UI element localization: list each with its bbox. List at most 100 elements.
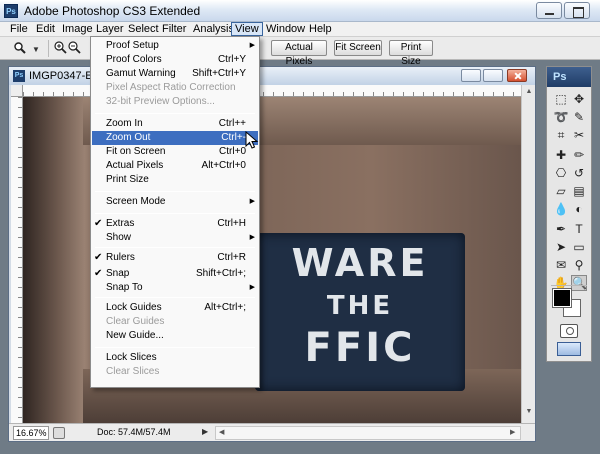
view-menu-item-shortcut: Shift+Ctrl+Y bbox=[192, 68, 246, 79]
horizontal-scrollbar[interactable]: ◀ ▶ bbox=[215, 426, 521, 440]
vertical-ruler[interactable] bbox=[11, 97, 23, 423]
menu-layer[interactable]: Layer bbox=[93, 22, 127, 36]
view-menu-item-shortcut: Alt+Ctrl+0 bbox=[201, 160, 246, 171]
slice-tool-icon[interactable]: ✂ bbox=[571, 127, 587, 143]
clone-stamp-tool-icon[interactable]: ⎔ bbox=[553, 165, 569, 181]
quick-selection-tool-icon[interactable]: ✎ bbox=[571, 109, 587, 125]
view-menu-item-label: Proof Setup bbox=[106, 40, 159, 51]
menu-help[interactable]: Help bbox=[306, 22, 335, 36]
menu-window[interactable]: Window bbox=[263, 22, 308, 36]
menu-filter[interactable]: Filter bbox=[159, 22, 189, 36]
app-title-bar: Ps Adobe Photoshop CS3 Extended bbox=[0, 0, 600, 22]
eraser-tool-icon[interactable]: ▱ bbox=[553, 183, 569, 199]
notes-tool-icon[interactable]: ✉ bbox=[553, 257, 569, 273]
eyedropper-tool-icon[interactable]: ⚲ bbox=[571, 257, 587, 273]
document-title-bar[interactable]: Ps IMGP0347-Edit bbox=[9, 67, 535, 85]
scroll-down-icon[interactable]: ▼ bbox=[524, 407, 534, 417]
lasso-tool-icon[interactable]: ➰ bbox=[553, 109, 569, 125]
view-menu-item-rulers[interactable]: ✔ Rulers Ctrl+R bbox=[92, 251, 258, 265]
menu-view[interactable]: View bbox=[231, 22, 263, 36]
view-menu-item-print-size[interactable]: Print Size bbox=[92, 173, 258, 187]
view-menu-item-show[interactable]: Show ▶ bbox=[92, 231, 258, 245]
minimize-button[interactable] bbox=[536, 2, 562, 19]
status-menu-arrow-icon[interactable]: ▶ bbox=[202, 427, 208, 436]
view-menu-item-screen-mode[interactable]: Screen Mode ▶ bbox=[92, 195, 258, 209]
crop-tool-icon[interactable]: ⌗ bbox=[553, 127, 569, 143]
actual-pixels-button[interactable]: Actual Pixels bbox=[271, 40, 327, 67]
scroll-right-icon[interactable]: ▶ bbox=[510, 428, 515, 436]
checkmark-icon: ✔ bbox=[94, 218, 103, 229]
menu-edit[interactable]: Edit bbox=[33, 22, 58, 36]
gradient-tool-icon[interactable]: ▤ bbox=[571, 183, 587, 199]
view-menu-item-fit-on-screen[interactable]: Fit on Screen Ctrl+0 bbox=[92, 145, 258, 159]
tools-panel-header[interactable]: Ps bbox=[547, 67, 591, 87]
submenu-arrow-icon: ▶ bbox=[249, 234, 255, 241]
move-tool-icon[interactable]: ✥ bbox=[571, 91, 587, 107]
view-menu-item-label: Actual Pixels bbox=[106, 160, 164, 171]
brush-tool-icon[interactable]: ✏ bbox=[571, 147, 587, 163]
ruler-origin[interactable] bbox=[11, 85, 23, 97]
menu-analysis[interactable]: Analysis bbox=[190, 22, 237, 36]
document-window: Ps IMGP0347-Edit WARE THE FFIC ▲ ▼ 16.67… bbox=[8, 66, 536, 442]
checkmark-icon: ✔ bbox=[94, 268, 103, 279]
marquee-tool-icon[interactable]: ⬚ bbox=[553, 91, 569, 107]
vertical-scrollbar[interactable]: ▲ ▼ bbox=[521, 85, 535, 423]
view-menu-item-extras[interactable]: ✔ Extras Ctrl+H bbox=[92, 217, 258, 231]
view-menu-item-proof-setup[interactable]: Proof Setup ▶ bbox=[92, 39, 258, 53]
zoom-tool-preset-icon[interactable] bbox=[14, 42, 26, 54]
mouse-cursor-icon bbox=[245, 131, 259, 149]
dodge-tool-icon[interactable]: ◐ bbox=[571, 201, 587, 217]
foreground-color-swatch[interactable] bbox=[552, 288, 572, 308]
view-menu-item-gamut-warning[interactable]: Gamut Warning Shift+Ctrl+Y bbox=[92, 67, 258, 81]
view-menu-item-lock-slices[interactable]: Lock Slices bbox=[92, 351, 258, 365]
submenu-arrow-icon: ▶ bbox=[249, 284, 255, 291]
document-close-button[interactable] bbox=[507, 69, 527, 82]
history-brush-tool-icon[interactable]: ↺ bbox=[571, 165, 587, 181]
view-menu-item-snap[interactable]: ✔ Snap Shift+Ctrl+; bbox=[92, 267, 258, 281]
menu-image[interactable]: Image bbox=[59, 22, 96, 36]
zoom-in-icon[interactable] bbox=[54, 41, 67, 54]
shape-tool-icon[interactable]: ▭ bbox=[571, 239, 587, 255]
tool-preset-caret-icon[interactable]: ▼ bbox=[32, 45, 40, 54]
scroll-up-icon[interactable]: ▲ bbox=[524, 87, 534, 97]
document-maximize-button[interactable] bbox=[483, 69, 503, 82]
status-info-icon[interactable] bbox=[53, 427, 65, 439]
menu-select[interactable]: Select bbox=[125, 22, 162, 36]
view-menu-item-label: Print Size bbox=[106, 174, 149, 185]
view-menu-item-lock-guides[interactable]: Lock Guides Alt+Ctrl+; bbox=[92, 301, 258, 315]
fit-screen-button[interactable]: Fit Screen bbox=[334, 40, 382, 56]
menu-file[interactable]: File bbox=[7, 22, 31, 36]
view-menu-item-actual-pixels[interactable]: Actual Pixels Alt+Ctrl+0 bbox=[92, 159, 258, 173]
zoom-tool-icon[interactable]: 🔍 bbox=[571, 275, 587, 291]
view-menu-item-clear-guides[interactable]: Clear Guides bbox=[92, 315, 258, 329]
zoom-level-field[interactable]: 16.67% bbox=[13, 426, 49, 440]
view-menu-item-32-bit-preview-options[interactable]: 32-bit Preview Options... bbox=[92, 95, 258, 109]
document-minimize-button[interactable] bbox=[461, 69, 481, 82]
zoom-out-icon[interactable] bbox=[68, 41, 81, 54]
view-menu-item-shortcut: Ctrl+- bbox=[221, 132, 246, 143]
view-menu-item-zoom-out[interactable]: Zoom Out Ctrl+- bbox=[92, 131, 258, 145]
healing-brush-tool-icon[interactable]: ✚ bbox=[553, 147, 569, 163]
tools-ps-logo: Ps bbox=[553, 71, 567, 83]
print-size-button[interactable]: Print Size bbox=[389, 40, 433, 67]
screen-mode-icon[interactable] bbox=[557, 342, 581, 356]
type-tool-icon[interactable]: T bbox=[571, 221, 587, 237]
view-menu-item-label: Clear Guides bbox=[106, 316, 165, 327]
view-menu-item-zoom-in[interactable]: Zoom In Ctrl++ bbox=[92, 117, 258, 131]
scroll-left-icon[interactable]: ◀ bbox=[219, 428, 224, 436]
view-menu-item-proof-colors[interactable]: Proof Colors Ctrl+Y bbox=[92, 53, 258, 67]
path-selection-tool-icon[interactable]: ➤ bbox=[553, 239, 569, 255]
menu-separator bbox=[95, 113, 255, 114]
view-menu-item-new-guide[interactable]: New Guide... bbox=[92, 329, 258, 343]
menu-separator bbox=[95, 191, 255, 192]
pen-tool-icon[interactable]: ✒ bbox=[553, 221, 569, 237]
maximize-button[interactable] bbox=[564, 2, 590, 19]
view-menu-item-snap-to[interactable]: Snap To ▶ bbox=[92, 281, 258, 295]
view-menu-item-clear-slices[interactable]: Clear Slices bbox=[92, 365, 258, 379]
view-menu-item-label: Gamut Warning bbox=[106, 68, 176, 79]
blur-tool-icon[interactable]: 💧 bbox=[553, 201, 569, 217]
app-title: Adobe Photoshop CS3 Extended bbox=[24, 4, 201, 18]
view-menu-item-pixel-aspect-ratio-correction[interactable]: Pixel Aspect Ratio Correction bbox=[92, 81, 258, 95]
quick-mask-icon[interactable] bbox=[560, 324, 578, 338]
view-menu-item-label: Pixel Aspect Ratio Correction bbox=[106, 82, 236, 93]
